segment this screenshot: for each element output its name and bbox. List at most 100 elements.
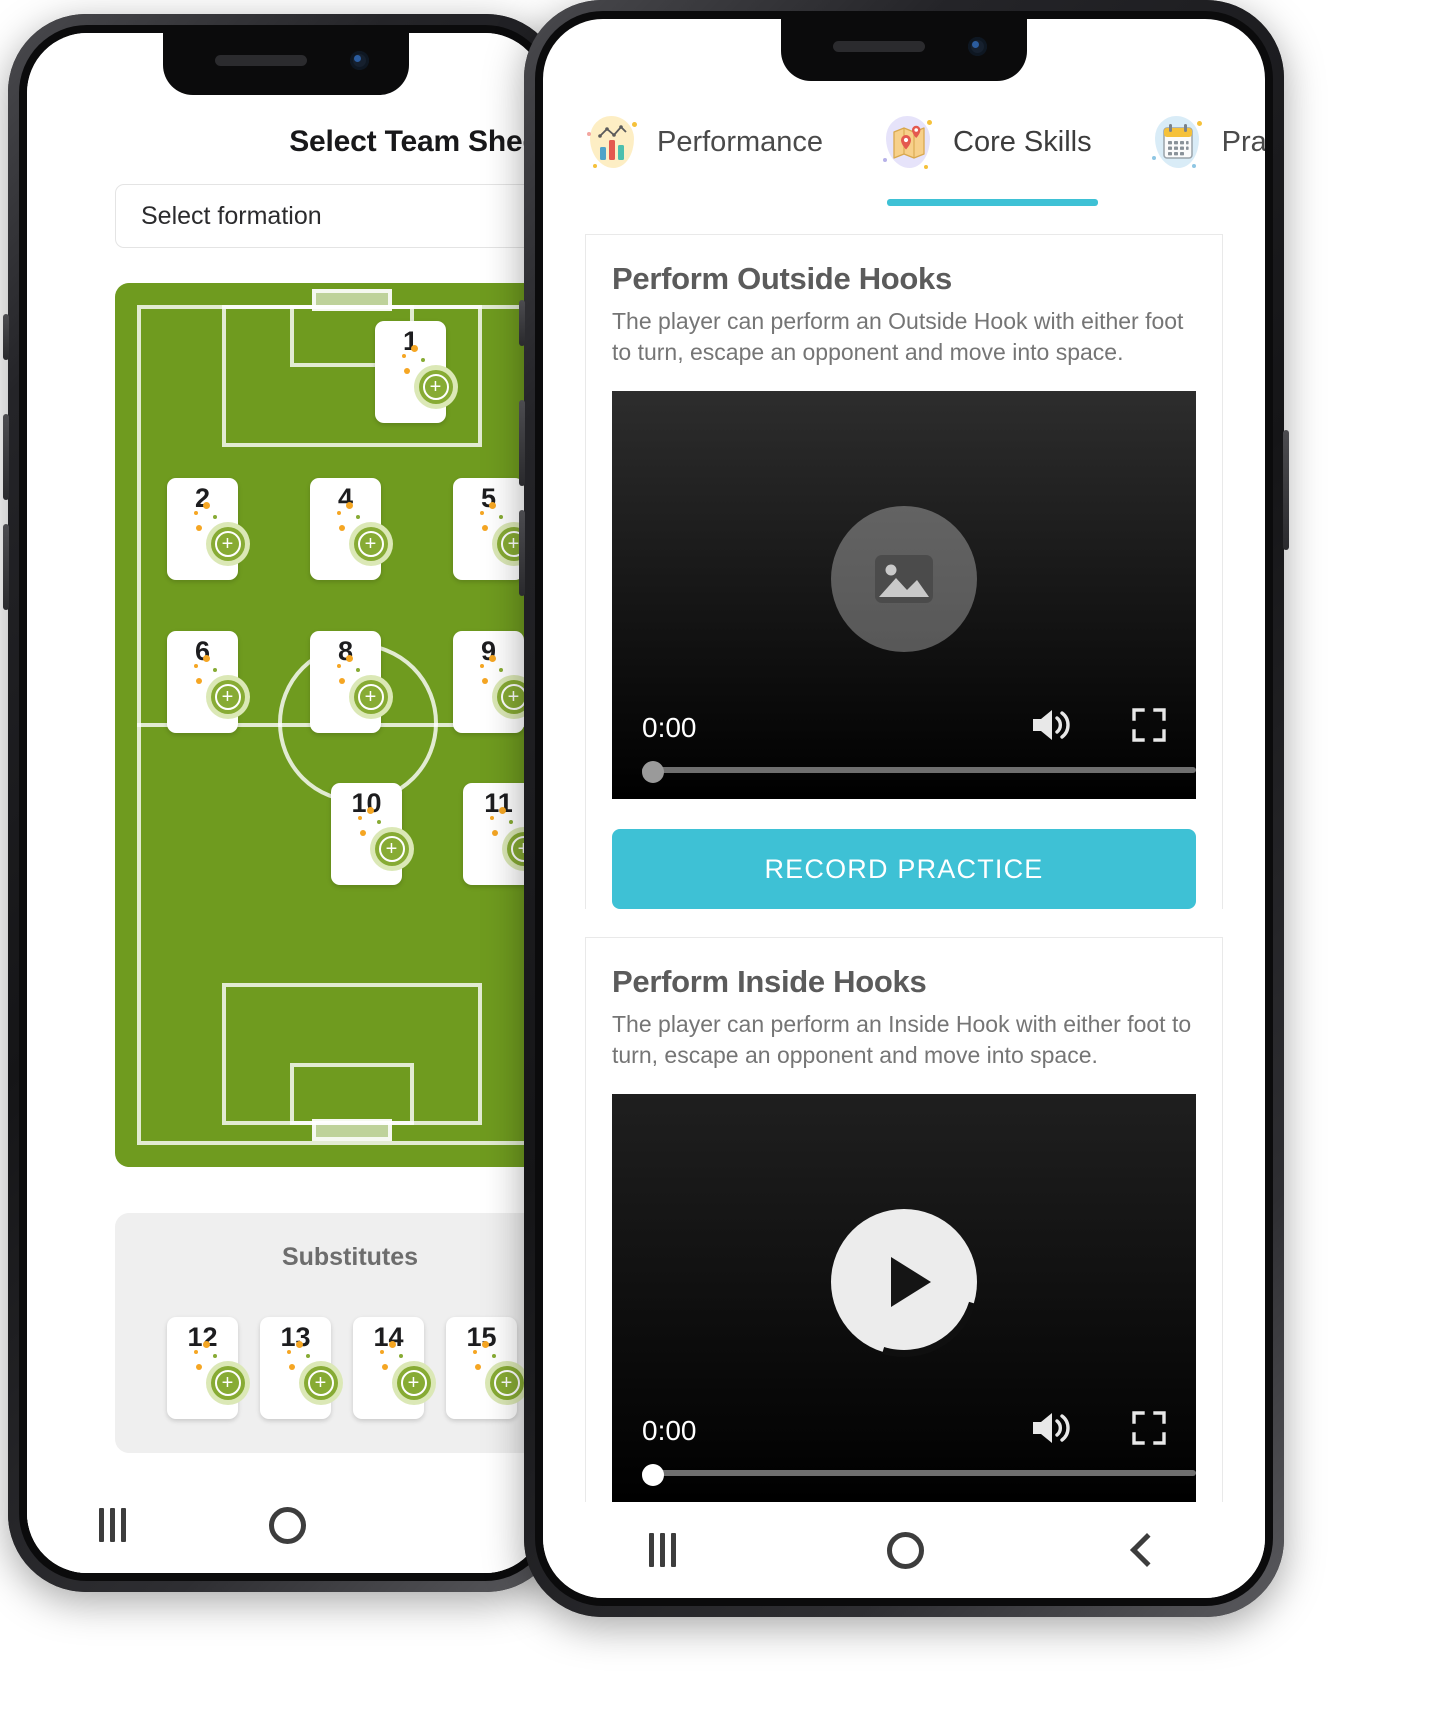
video-current-time: 0:00 [642, 1414, 697, 1446]
play-progress-arc [802, 1180, 1006, 1384]
player-slot-2[interactable]: 2 + [167, 478, 250, 580]
formation-select-value: Select formation [141, 201, 322, 230]
substitute-slot-14[interactable]: 14 + [353, 1317, 436, 1419]
plus-glyph: + [364, 533, 377, 555]
substitute-slot-13[interactable]: 13 + [260, 1317, 343, 1419]
left-phone-volume-down-button[interactable] [3, 524, 9, 610]
calendar-icon [1150, 114, 1206, 170]
recents-icon[interactable] [648, 1533, 676, 1567]
video-play-overlay[interactable] [802, 1180, 1006, 1384]
substitutes-list: 12 +13 +14 +15 + [167, 1317, 529, 1419]
performance-chart-icon [585, 114, 641, 170]
volume-icon[interactable] [1030, 708, 1070, 747]
tab-core-skills[interactable]: Core Skills [881, 114, 1098, 206]
plus-glyph: + [221, 686, 234, 708]
home-icon[interactable] [886, 1531, 924, 1569]
earpiece-speaker [215, 55, 307, 66]
video-progress-track [642, 767, 1196, 774]
plus-glyph: + [221, 533, 234, 555]
plus-glyph: + [385, 838, 398, 860]
football-pitch: 1+2+4+5+6+8+9+10+11+ [115, 283, 545, 1167]
right-phone-volume-up-button[interactable] [519, 400, 525, 486]
skill-card-outside-hooks: Perform Outside Hooks The player can per… [585, 234, 1223, 910]
fullscreen-icon[interactable] [1132, 1411, 1166, 1450]
tab-label: Performance [657, 125, 824, 158]
core-skills-scroll[interactable]: Perform Outside Hooks The player can per… [543, 234, 1265, 1598]
video-progress-bar[interactable] [642, 761, 1196, 784]
substitute-slot-12[interactable]: 12 + [167, 1317, 250, 1419]
left-phone-mute-button[interactable] [3, 314, 9, 360]
record-practice-button[interactable]: RECORD PRACTICE [612, 829, 1196, 910]
video-progress-knob[interactable] [642, 761, 664, 784]
skill-video-player-outside-hooks[interactable]: 0:00 [612, 391, 1196, 800]
plus-glyph: + [364, 686, 377, 708]
image-placeholder-glyph [875, 554, 933, 603]
left-phone-volume-up-button[interactable] [3, 414, 9, 500]
left-phone-screen: Select Team Sheet Select formation 1 + 2… [27, 33, 545, 1573]
substitutes-title: Substitutes [281, 1243, 419, 1271]
back-icon[interactable] [1130, 1533, 1165, 1567]
player-slot-9[interactable]: 9 + [453, 631, 536, 733]
formation-select[interactable]: Select formation [115, 184, 545, 248]
right-android-navbar [543, 1502, 1265, 1598]
video-progress-bar[interactable] [642, 1464, 1196, 1487]
team-sheet-scroll[interactable]: Select Team Sheet Select formation 1 + 2… [27, 33, 545, 1473]
screenshot-root: Select Team Sheet Select formation 1 + 2… [0, 0, 1433, 1731]
right-phone-power-button[interactable] [1283, 430, 1289, 550]
home-icon[interactable] [268, 1506, 306, 1544]
video-controls: 0:00 [612, 1411, 1196, 1450]
video-control-icons [1030, 708, 1166, 747]
video-current-time: 0:00 [642, 711, 697, 743]
left-phone-device: Select Team Sheet Select formation 1 + 2… [3, 14, 564, 1592]
fullscreen-icon[interactable] [1132, 708, 1166, 747]
player-slot-4[interactable]: 4 + [310, 478, 393, 580]
plus-glyph: + [221, 1372, 234, 1394]
pitch-top-goal [312, 289, 392, 311]
video-loading-indicator [831, 505, 977, 652]
right-phone-notch [781, 19, 1027, 81]
player-slot-8[interactable]: 8 + [310, 631, 393, 733]
pitch-bottom-goal [312, 1119, 392, 1141]
player-slot-6[interactable]: 6 + [167, 631, 250, 733]
tab-practice[interactable]: Practice [1150, 114, 1265, 170]
skill-video-player-inside-hooks[interactable]: 0:00 [612, 1094, 1196, 1503]
video-control-icons [1030, 1411, 1166, 1450]
player-number: 11 [484, 788, 513, 818]
substitutes-panel: Substitutes 12 +13 +14 +15 + [115, 1213, 545, 1453]
page-title: Select Team Sheet [289, 125, 545, 158]
skill-card-header: Perform Outside Hooks The player can per… [586, 235, 1222, 369]
right-phone-mute-button[interactable] [519, 300, 525, 346]
player-number: 14 [373, 1322, 404, 1352]
play-icon[interactable] [802, 1180, 1006, 1384]
skill-title: Perform Outside Hooks [612, 261, 952, 296]
player-slot-10[interactable]: 10 + [331, 783, 414, 885]
player-slot-5[interactable]: 5 + [453, 478, 536, 580]
skill-card-header: Perform Inside Hooks The player can perf… [586, 938, 1222, 1072]
recents-icon[interactable] [98, 1508, 126, 1542]
player-number: 13 [280, 1322, 311, 1352]
image-placeholder-icon [831, 505, 977, 652]
player-slot-1[interactable]: 1 + [375, 321, 458, 423]
volume-icon[interactable] [1030, 1411, 1070, 1450]
skill-description: The player can perform an Inside Hook wi… [612, 1010, 1192, 1069]
left-android-navbar [27, 1477, 545, 1573]
right-phone-volume-down-button[interactable] [519, 510, 525, 596]
skill-title: Perform Inside Hooks [612, 964, 927, 1000]
right-phone-device: Performance Core Skills Practice Perform O… [519, 0, 1289, 1617]
player-number: 10 [351, 788, 382, 818]
plus-glyph: + [500, 1372, 513, 1394]
pitch-bottom-six-yard-box [290, 1063, 414, 1125]
active-tab-indicator [887, 199, 1098, 206]
tab-performance[interactable]: Performance [585, 114, 823, 170]
video-progress-knob[interactable] [642, 1464, 664, 1487]
plus-glyph: + [429, 376, 442, 398]
skill-description: The player can perform an Outside Hook w… [612, 307, 1184, 366]
front-camera [350, 51, 369, 70]
right-phone-screen: Performance Core Skills Practice Perform O… [543, 19, 1265, 1598]
substitute-slot-15[interactable]: 15 + [446, 1317, 529, 1419]
player-number: 12 [187, 1322, 218, 1352]
earpiece-speaker [833, 41, 925, 52]
plus-glyph: + [314, 1372, 327, 1394]
core-skills-tabbar: Performance Core Skills Practice [543, 114, 1265, 206]
tab-label: Core Skills [953, 125, 1092, 158]
